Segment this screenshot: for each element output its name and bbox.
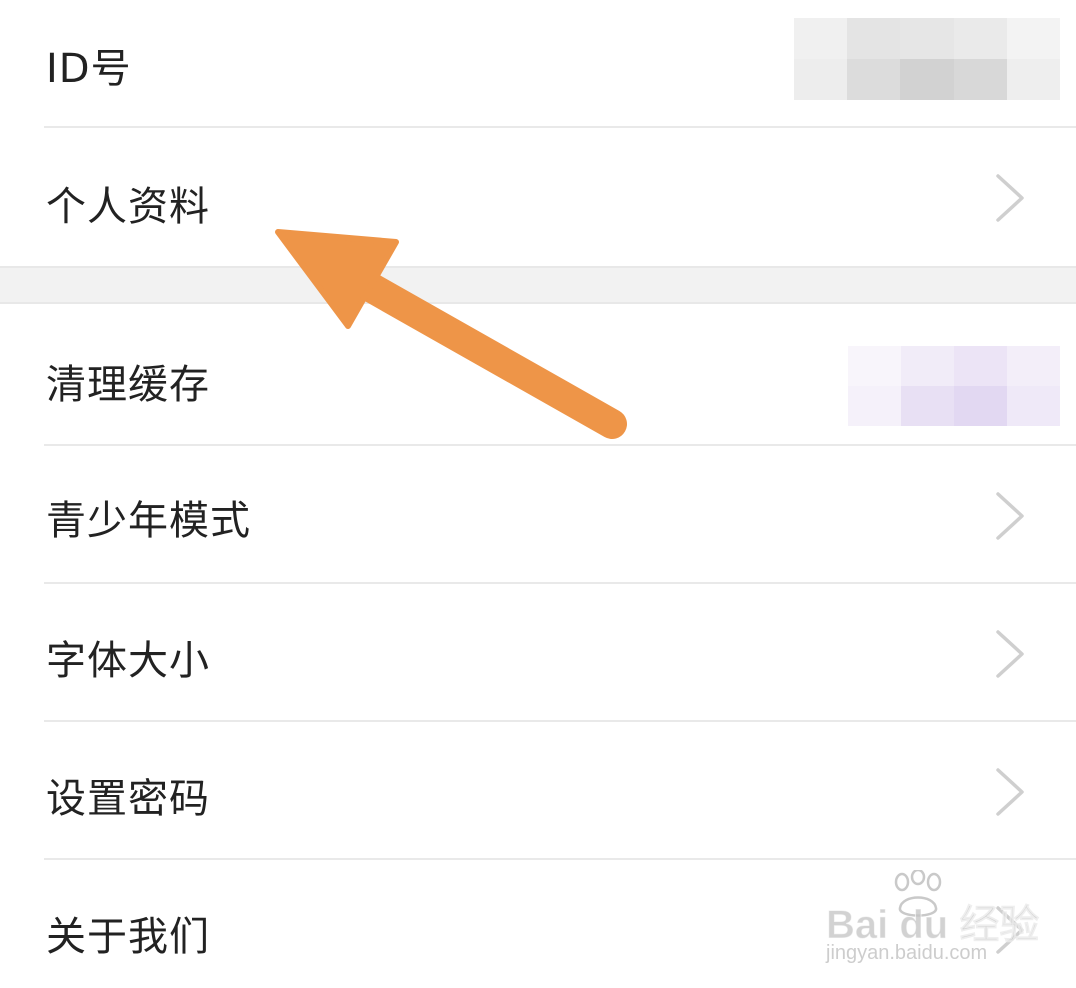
section-separator: [0, 266, 1076, 304]
settings-row-label: 字体大小: [46, 638, 210, 684]
settings-row-label: 关于我们: [46, 914, 210, 960]
settings-row-font-size[interactable]: 字体大小: [0, 584, 1076, 722]
redacted-cache-size: [848, 346, 1060, 426]
chevron-right-icon: [996, 174, 1024, 222]
settings-row-profile[interactable]: 个人资料: [0, 128, 1076, 266]
settings-screen: ID号 个人资料 清理缓存 青少年模式 字体大小 设置密码 关于我们 Bai d…: [0, 0, 1076, 988]
settings-row-teen-mode[interactable]: 青少年模式: [0, 446, 1076, 584]
chevron-right-icon: [996, 768, 1024, 816]
settings-row-label: 个人资料: [46, 184, 210, 230]
settings-row-label: 青少年模式: [46, 498, 251, 544]
settings-row-id[interactable]: ID号: [0, 0, 1076, 128]
chevron-right-icon: [996, 492, 1024, 540]
settings-row-label: 设置密码: [46, 776, 210, 822]
settings-row-label: ID号: [46, 46, 132, 92]
settings-row-set-password[interactable]: 设置密码: [0, 722, 1076, 860]
redacted-id-value: [794, 18, 1060, 100]
settings-row-label: 清理缓存: [46, 362, 210, 408]
baidu-watermark: Bai du 经验 jingyan.baidu.com: [825, 870, 1040, 970]
settings-row-clear-cache[interactable]: 清理缓存: [0, 304, 1076, 446]
watermark-domain-text: jingyan.baidu.com: [826, 942, 988, 964]
chevron-right-icon: [996, 630, 1024, 678]
